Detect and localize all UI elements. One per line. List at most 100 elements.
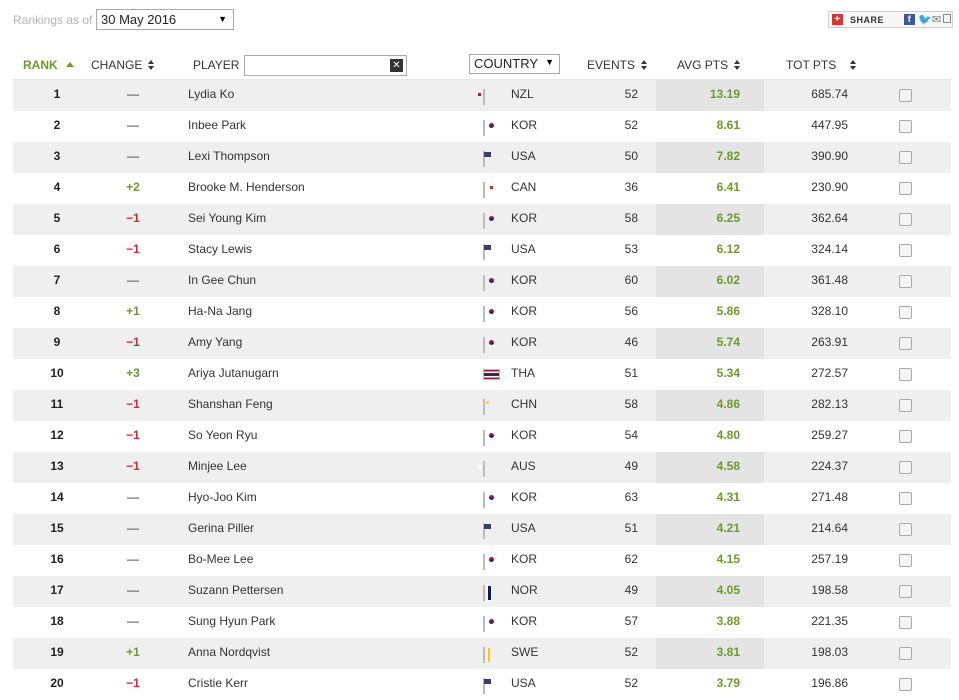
- clear-icon[interactable]: ✕: [390, 59, 403, 72]
- player-name[interactable]: Anna Nordqvist: [188, 645, 270, 659]
- player-name[interactable]: Bo-Mee Lee: [188, 552, 253, 566]
- country-cell: KOR: [511, 428, 538, 442]
- table-row: 13 −1 Minjee Lee AUS 49 4.58 224.37: [13, 452, 951, 483]
- events-header-label: EVENTS: [587, 58, 636, 72]
- country-cell: USA: [511, 242, 536, 256]
- player-name[interactable]: In Gee Chun: [188, 273, 256, 287]
- compare-checkbox[interactable]: [899, 430, 912, 443]
- table-row: 14 — Hyo-Joo Kim KOR 63 4.31 271.48: [13, 483, 951, 514]
- player-name[interactable]: Brooke M. Henderson: [188, 180, 305, 194]
- rankings-table-body: 1— Lydia Ko NZL 52 13.19 685.74 2— Inbee Park KO…: [13, 80, 951, 700]
- compare-checkbox[interactable]: [899, 647, 912, 660]
- events-cell: 52: [624, 645, 638, 659]
- tot-pts-cell: 362.64: [811, 211, 848, 225]
- kor-flag-icon: [483, 213, 485, 229]
- avg-pts-column-header[interactable]: AVG PTS: [677, 58, 741, 72]
- compare-checkbox[interactable]: [899, 244, 912, 257]
- compare-checkbox[interactable]: [899, 120, 912, 133]
- rank-cell: 10: [50, 366, 64, 380]
- compare-checkbox[interactable]: [899, 213, 912, 226]
- change-column-header[interactable]: CHANGE: [91, 58, 155, 72]
- avg-pts-cell: 6.02: [716, 273, 740, 287]
- country-select[interactable]: COUNTRY ▼: [469, 54, 560, 74]
- change-cell: —: [127, 521, 139, 535]
- events-cell: 62: [624, 552, 638, 566]
- sort-icon: [148, 60, 155, 70]
- player-name[interactable]: Cristie Kerr: [188, 676, 248, 690]
- kor-flag-icon: [483, 120, 485, 136]
- player-name[interactable]: Hyo-Joo Kim: [188, 490, 257, 504]
- player-name[interactable]: Gerina Piller: [188, 521, 254, 535]
- compare-checkbox[interactable]: [899, 306, 912, 319]
- table-row: 15 — Gerina Piller USA 51 4.21 214.64: [13, 514, 951, 545]
- compare-checkbox[interactable]: [899, 585, 912, 598]
- compare-checkbox[interactable]: [899, 368, 912, 381]
- player-name[interactable]: Ha-Na Jang: [188, 304, 252, 318]
- tot-pts-cell: 196.86: [811, 676, 848, 690]
- rank-cell: 11: [50, 397, 64, 411]
- sort-icon: [734, 60, 741, 70]
- date-select[interactable]: 30 May 2016 ▼: [96, 9, 234, 30]
- table-row: 3 — Lexi Thompson USA 50 7.82 390.90: [13, 142, 951, 173]
- change-cell: +3: [126, 366, 140, 380]
- kor-flag-icon: [483, 275, 485, 291]
- events-cell: 51: [624, 366, 638, 380]
- change-cell: +1: [126, 645, 140, 659]
- player-name[interactable]: Sei Young Kim: [188, 211, 266, 225]
- nzl-flag-icon: [483, 89, 485, 105]
- player-name[interactable]: Suzann Pettersen: [188, 583, 283, 597]
- player-search-input[interactable]: ✕: [244, 55, 407, 76]
- compare-checkbox[interactable]: [899, 151, 912, 164]
- share-button[interactable]: + SHARE f 🐦 ✉: [828, 11, 953, 28]
- email-icon[interactable]: ✉: [932, 13, 942, 26]
- tot-pts-cell: 221.35: [811, 614, 848, 628]
- compare-checkbox[interactable]: [899, 492, 912, 505]
- facebook-icon[interactable]: f: [904, 14, 915, 25]
- player-name[interactable]: So Yeon Ryu: [188, 428, 257, 442]
- twitter-icon[interactable]: 🐦: [918, 13, 932, 26]
- rank-cell: 4: [53, 180, 61, 194]
- player-name[interactable]: Minjee Lee: [188, 459, 247, 473]
- more-share-icon[interactable]: [943, 14, 951, 23]
- table-row: 4 +2 Brooke M. Henderson CAN 36 6.41 230.90: [13, 173, 951, 204]
- tot-pts-cell: 224.37: [811, 459, 848, 473]
- compare-checkbox[interactable]: [899, 461, 912, 474]
- rank-cell: 12: [50, 428, 64, 442]
- rank-column-header[interactable]: RANK: [23, 58, 74, 72]
- compare-checkbox[interactable]: [899, 182, 912, 195]
- table-row: 6 −1 Stacy Lewis USA 53 6.12 324.14: [13, 235, 951, 266]
- compare-checkbox[interactable]: [899, 89, 912, 102]
- compare-checkbox[interactable]: [899, 275, 912, 288]
- tot-pts-cell: 230.90: [811, 180, 848, 194]
- share-label: SHARE: [850, 15, 885, 25]
- addthis-plus-icon: +: [832, 14, 843, 25]
- change-cell: —: [127, 149, 139, 163]
- events-cell: 36: [624, 180, 638, 194]
- events-cell: 54: [624, 428, 638, 442]
- tot-pts-column-header[interactable]: TOT PTS: [786, 58, 857, 72]
- player-name[interactable]: Lexi Thompson: [188, 149, 270, 163]
- compare-checkbox[interactable]: [899, 523, 912, 536]
- compare-checkbox[interactable]: [899, 554, 912, 567]
- player-name[interactable]: Stacy Lewis: [188, 242, 252, 256]
- kor-flag-icon: [483, 430, 485, 446]
- player-name[interactable]: Sung Hyun Park: [188, 614, 275, 628]
- player-name[interactable]: Lydia Ko: [188, 87, 234, 101]
- player-name[interactable]: Shanshan Feng: [188, 397, 273, 411]
- avg-pts-cell: 4.80: [716, 428, 740, 442]
- top-bar: Rankings as of 30 May 2016 ▼ + SHARE f 🐦…: [0, 0, 959, 42]
- avg-pts-cell: 6.25: [716, 211, 740, 225]
- change-cell: −1: [126, 242, 140, 256]
- compare-checkbox[interactable]: [899, 399, 912, 412]
- events-column-header[interactable]: EVENTS: [587, 58, 648, 72]
- player-name[interactable]: Inbee Park: [188, 118, 246, 132]
- usa-flag-icon: [483, 523, 485, 539]
- compare-checkbox[interactable]: [899, 678, 912, 691]
- compare-checkbox[interactable]: [899, 337, 912, 350]
- tot-pts-cell: 272.57: [811, 366, 848, 380]
- avg-pts-cell: 6.41: [716, 180, 740, 194]
- change-cell: —: [127, 583, 139, 597]
- compare-checkbox[interactable]: [899, 616, 912, 629]
- player-name[interactable]: Ariya Jutanugarn: [188, 366, 279, 380]
- player-name[interactable]: Amy Yang: [188, 335, 242, 349]
